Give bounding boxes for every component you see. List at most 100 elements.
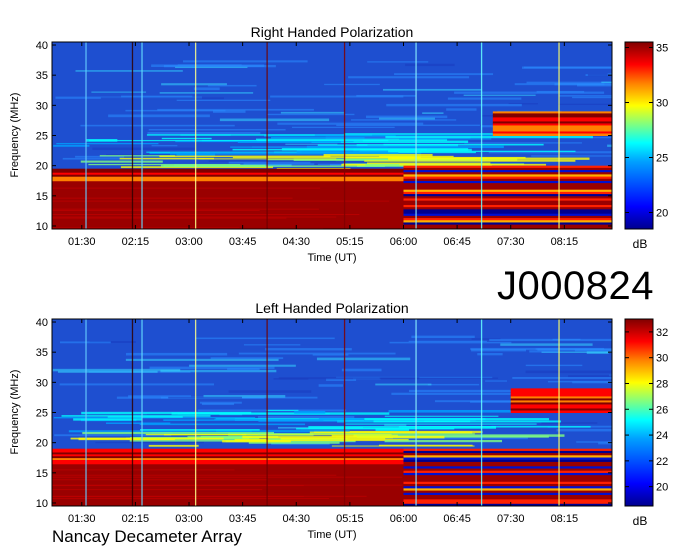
left-polarization-panel: Left Handed Polarization 10152025303540 … bbox=[9, 300, 668, 541]
noise-streak bbox=[350, 119, 457, 121]
noise-streak bbox=[148, 128, 286, 131]
noise-streak bbox=[536, 90, 585, 93]
noise-streak bbox=[91, 91, 147, 93]
emission-streak bbox=[222, 440, 291, 443]
noise-streak bbox=[280, 111, 345, 114]
noise-streak bbox=[367, 61, 429, 63]
x-tick-label: 03:00 bbox=[175, 513, 203, 525]
y-axis-label: Frequency (MHz) bbox=[9, 93, 21, 178]
y-tick-label: 30 bbox=[36, 377, 48, 389]
emission-streak bbox=[294, 410, 326, 414]
noise-streak bbox=[265, 348, 352, 351]
colorbar-tick-label: 26 bbox=[656, 404, 668, 416]
noise-streak bbox=[525, 370, 612, 374]
vertical-artefact-line bbox=[194, 42, 197, 229]
noise-streak bbox=[95, 441, 204, 444]
x-tick-label: 04:30 bbox=[282, 513, 310, 525]
noise-streak bbox=[558, 95, 612, 97]
noise-streak bbox=[238, 352, 396, 355]
vertical-artefact-line bbox=[266, 42, 268, 229]
x-tick-label: 08:15 bbox=[551, 236, 579, 248]
vertical-artefact-line bbox=[415, 42, 417, 229]
vertical-artefact-line bbox=[558, 42, 560, 229]
vertical-artefact-line bbox=[266, 319, 268, 506]
emission-streak bbox=[88, 163, 241, 166]
y-tick-label: 10 bbox=[36, 498, 48, 510]
noise-streak bbox=[159, 92, 254, 94]
noise-streak bbox=[535, 348, 612, 350]
noise-streak bbox=[92, 147, 197, 151]
y-tick-label: 10 bbox=[36, 221, 48, 233]
noise-streak bbox=[324, 83, 380, 86]
emission-streak bbox=[73, 418, 142, 421]
emission-streak bbox=[171, 412, 390, 415]
noise-streak bbox=[157, 108, 314, 111]
colorbar-tick-label: 30 bbox=[656, 353, 668, 365]
noise-streak bbox=[195, 337, 335, 340]
noise-streak bbox=[228, 390, 312, 393]
noise-streak bbox=[389, 341, 512, 344]
colorbar-label: dB bbox=[633, 237, 648, 251]
spectrogram-plot-area bbox=[52, 319, 612, 506]
noise-streak bbox=[168, 396, 242, 399]
high-band-row bbox=[52, 178, 404, 182]
vertical-artefact-line bbox=[85, 319, 87, 506]
vertical-artefact-line bbox=[194, 319, 197, 506]
noise-streak bbox=[341, 368, 382, 372]
emission-streak bbox=[384, 439, 503, 443]
noise-streak bbox=[227, 368, 260, 371]
noise-streak bbox=[189, 364, 296, 367]
noise-streak bbox=[471, 349, 526, 352]
emission-streak bbox=[364, 418, 550, 421]
noise-streak bbox=[291, 126, 395, 128]
band-line bbox=[52, 209, 260, 211]
y-tick-label: 40 bbox=[36, 40, 48, 52]
right-polarization-panel: Right Handed Polarization 10 15 20 25 30 35 40… bbox=[9, 24, 668, 264]
x-axis-label: Time (UT) bbox=[307, 529, 356, 541]
x-tick-label: 07:30 bbox=[497, 236, 525, 248]
noise-streak bbox=[447, 97, 522, 100]
band-line bbox=[52, 187, 321, 189]
emission-streak bbox=[237, 140, 341, 143]
emission-streak bbox=[366, 162, 491, 164]
vertical-artefact-line bbox=[558, 319, 560, 506]
x-tick-label: 01:30 bbox=[68, 236, 96, 248]
colorbar-tick-label: 24 bbox=[656, 430, 668, 442]
y-axis-label: Frequency (MHz) bbox=[9, 370, 21, 455]
panel-title: Right Handed Polarization bbox=[251, 24, 414, 40]
high-band-row bbox=[492, 133, 612, 136]
x-tick-label: 04:30 bbox=[282, 236, 310, 248]
y-tick-label: 25 bbox=[36, 131, 48, 143]
noise-streak bbox=[394, 73, 494, 76]
x-tick-label: 05:15 bbox=[336, 513, 364, 525]
emission-streak bbox=[266, 409, 299, 411]
y-tick-label: 40 bbox=[36, 317, 48, 329]
noise-streak bbox=[485, 380, 507, 382]
emission-streak bbox=[399, 138, 492, 140]
panel-title: Left Handed Polarization bbox=[255, 300, 408, 316]
emission-streak bbox=[70, 437, 224, 440]
emission-streak bbox=[148, 444, 199, 447]
x-tick-label: 03:45 bbox=[229, 513, 257, 525]
noise-streak bbox=[267, 113, 355, 116]
noise-streak bbox=[151, 144, 178, 147]
colorbar-tick-label: 25 bbox=[656, 153, 668, 165]
y-tick-label: 20 bbox=[36, 438, 48, 450]
noise-streak bbox=[386, 103, 522, 107]
x-tick-label: 02:15 bbox=[122, 513, 150, 525]
high-band-row bbox=[52, 461, 404, 465]
noise-streak bbox=[270, 95, 404, 98]
noise-streak bbox=[278, 377, 420, 380]
noise-streak bbox=[277, 122, 424, 125]
x-tick-label: 05:15 bbox=[336, 236, 364, 248]
noise-streak bbox=[446, 108, 477, 111]
noise-streak bbox=[75, 70, 183, 72]
colorbar-tick-label: 20 bbox=[656, 208, 668, 220]
x-tick-label: 03:45 bbox=[229, 236, 257, 248]
x-tick-label: 07:30 bbox=[497, 513, 525, 525]
vertical-artefact-line bbox=[85, 42, 87, 229]
noise-streak bbox=[108, 114, 210, 118]
emission-streak bbox=[373, 420, 562, 423]
band-line bbox=[52, 476, 403, 478]
band-line bbox=[52, 216, 337, 218]
